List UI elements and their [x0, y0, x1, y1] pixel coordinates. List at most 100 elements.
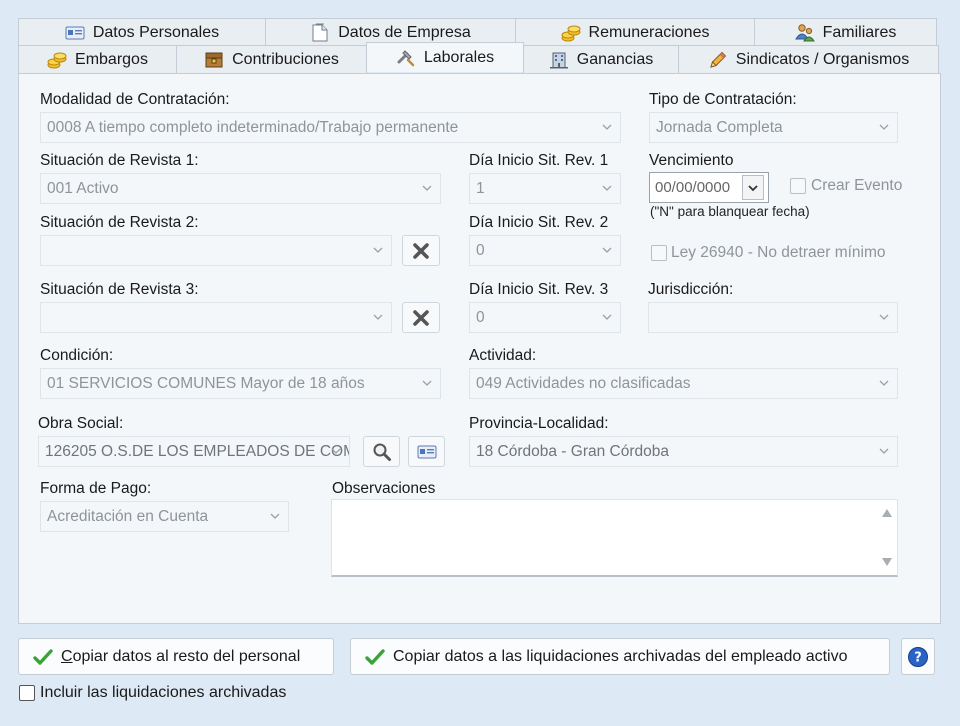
date-dropdown-button[interactable]: [742, 175, 764, 200]
obra-social-label: Obra Social:: [38, 415, 124, 432]
chevron-down-icon: [602, 122, 612, 132]
copiar-liquidaciones-archivadas-button[interactable]: Copiar datos a las liquidaciones archiva…: [350, 638, 890, 675]
tipo-contratacion-select[interactable]: Jornada Completa: [649, 112, 898, 143]
obra-social-select[interactable]: 126205 O.S.DE LOS EMPLEADOS DE COMERCIO: [38, 436, 350, 467]
crear-evento-checkbox[interactable]: [790, 178, 806, 194]
help-button[interactable]: ?: [901, 638, 935, 675]
tab-ganancias[interactable]: Ganancias: [523, 45, 679, 73]
tab-datos-personales[interactable]: Datos Personales: [18, 18, 266, 46]
tools-icon: [397, 49, 415, 66]
close-icon: [411, 241, 431, 261]
dia-inicio-2-select[interactable]: 0: [469, 235, 621, 266]
crear-evento-label: Crear Evento: [811, 177, 903, 194]
coins-icon: [561, 25, 581, 41]
observaciones-textarea[interactable]: [331, 499, 898, 577]
vencimiento-hint: ("N" para blanquear fecha): [650, 204, 810, 219]
select-value: 0: [476, 308, 485, 326]
pencil-icon: [710, 51, 727, 68]
chevron-down-icon: [373, 312, 383, 322]
tab-label: Familiares: [822, 23, 897, 41]
chevron-down-icon: [373, 245, 383, 255]
chevron-down-icon: [879, 446, 889, 456]
tab-contribuciones[interactable]: Contribuciones: [176, 45, 367, 73]
id-card-icon: [417, 445, 436, 458]
forma-pago-label: Forma de Pago:: [40, 480, 152, 497]
select-value: Jornada Completa: [656, 118, 783, 136]
tab-label: Datos Personales: [92, 23, 220, 41]
select-value: 0: [476, 241, 485, 259]
id-card-icon: [65, 26, 85, 39]
select-value: 049 Actividades no clasificadas: [476, 374, 691, 392]
select-value: 18 Córdoba - Gran Córdoba: [476, 442, 670, 460]
ley-26940-label: Ley 26940 - No detraer mínimo: [671, 244, 886, 261]
condicion-label: Condición:: [40, 347, 114, 364]
tab-label: Embargos: [75, 50, 148, 68]
provincia-localidad-select[interactable]: 18 Córdoba - Gran Córdoba: [469, 436, 898, 467]
chevron-down-icon: [602, 245, 612, 255]
vencimiento-date-field[interactable]: 00/00/0000: [649, 172, 769, 203]
close-icon: [411, 308, 431, 328]
chevron-down-icon: [331, 446, 341, 456]
actividad-label: Actividad:: [469, 347, 537, 364]
tab-sindicatos-organismos[interactable]: Sindicatos / Organismos: [678, 45, 939, 73]
sit-revista-2-label: Situación de Revista 2:: [40, 214, 199, 231]
observaciones-label: Observaciones: [332, 480, 436, 497]
chevron-down-icon: [748, 184, 758, 191]
search-obra-social-button[interactable]: [363, 436, 400, 467]
tab-label: Laborales: [423, 48, 495, 66]
checkmark-icon: [365, 647, 385, 667]
sit-revista-3-select[interactable]: [40, 302, 392, 333]
scroll-down-icon[interactable]: [882, 558, 892, 566]
dia-inicio-2-label: Día Inicio Sit. Rev. 2: [469, 214, 609, 231]
select-value: 1: [476, 179, 485, 197]
tab-remuneraciones[interactable]: Remuneraciones: [515, 18, 755, 46]
dia-inicio-3-select[interactable]: 0: [469, 302, 621, 333]
chevron-down-icon: [602, 312, 612, 322]
tab-laborales[interactable]: Laborales: [366, 42, 524, 72]
dia-inicio-1-select[interactable]: 1: [469, 173, 621, 204]
coins-icon: [47, 52, 67, 68]
actividad-select[interactable]: 049 Actividades no clasificadas: [469, 368, 898, 399]
sit-revista-2-select[interactable]: [40, 235, 392, 266]
incluir-liquidaciones-checkbox[interactable]: [19, 685, 35, 701]
modalidad-select[interactable]: 0008 A tiempo completo indeterminado/Tra…: [40, 112, 621, 143]
tab-label: Remuneraciones: [588, 23, 710, 41]
provincia-localidad-label: Provincia-Localidad:: [469, 415, 609, 432]
tab-row-bottom: Embargos Contribuciones Laborales Gananc…: [18, 42, 939, 73]
condicion-select[interactable]: 01 SERVICIOS COMUNES Mayor de 18 años: [40, 368, 441, 399]
scroll-up-icon[interactable]: [882, 509, 892, 517]
sit-revista-3-label: Situación de Revista 3:: [40, 281, 199, 298]
chevron-down-icon: [270, 511, 280, 521]
button-label: Copiar datos al resto del personal: [61, 647, 301, 665]
tab-embargos[interactable]: Embargos: [18, 45, 177, 73]
select-value: 0008 A tiempo completo indeterminado/Tra…: [47, 118, 459, 136]
clear-sit-revista-3-button[interactable]: [402, 302, 440, 333]
obra-social-card-button[interactable]: [408, 436, 445, 467]
clear-sit-revista-2-button[interactable]: [402, 235, 440, 266]
tab-familiares[interactable]: Familiares: [754, 18, 937, 46]
copiar-resto-personal-button[interactable]: Copiar datos al resto del personal: [18, 638, 334, 675]
select-value: 01 SERVICIOS COMUNES Mayor de 18 años: [47, 374, 365, 392]
tab-label: Datos de Empresa: [338, 23, 471, 41]
chevron-down-icon: [879, 312, 889, 322]
select-value: 126205 O.S.DE LOS EMPLEADOS DE COMERCIO: [45, 442, 349, 460]
date-value: 00/00/0000: [655, 179, 731, 196]
chevron-down-icon: [879, 378, 889, 388]
sit-revista-1-select[interactable]: 001 Activo: [40, 173, 441, 204]
chevron-down-icon: [879, 122, 889, 132]
family-icon: [794, 23, 815, 41]
forma-pago-select[interactable]: Acreditación en Cuenta: [40, 501, 289, 532]
dia-inicio-3-label: Día Inicio Sit. Rev. 3: [469, 281, 609, 298]
dia-inicio-1-label: Día Inicio Sit. Rev. 1: [469, 152, 609, 169]
tab-label: Ganancias: [576, 50, 654, 68]
ley-26940-checkbox[interactable]: [651, 245, 667, 261]
treasure-icon: [205, 52, 223, 67]
building-icon: [549, 52, 568, 68]
select-value: 001 Activo: [47, 179, 119, 197]
tab-label: Contribuciones: [232, 50, 339, 68]
observaciones-scrollbar[interactable]: [877, 500, 897, 575]
incluir-liquidaciones-label: Incluir las liquidaciones archivadas: [40, 684, 287, 701]
chevron-down-icon: [602, 183, 612, 193]
checkmark-icon: [33, 647, 53, 667]
jurisdiccion-select[interactable]: [648, 302, 898, 333]
